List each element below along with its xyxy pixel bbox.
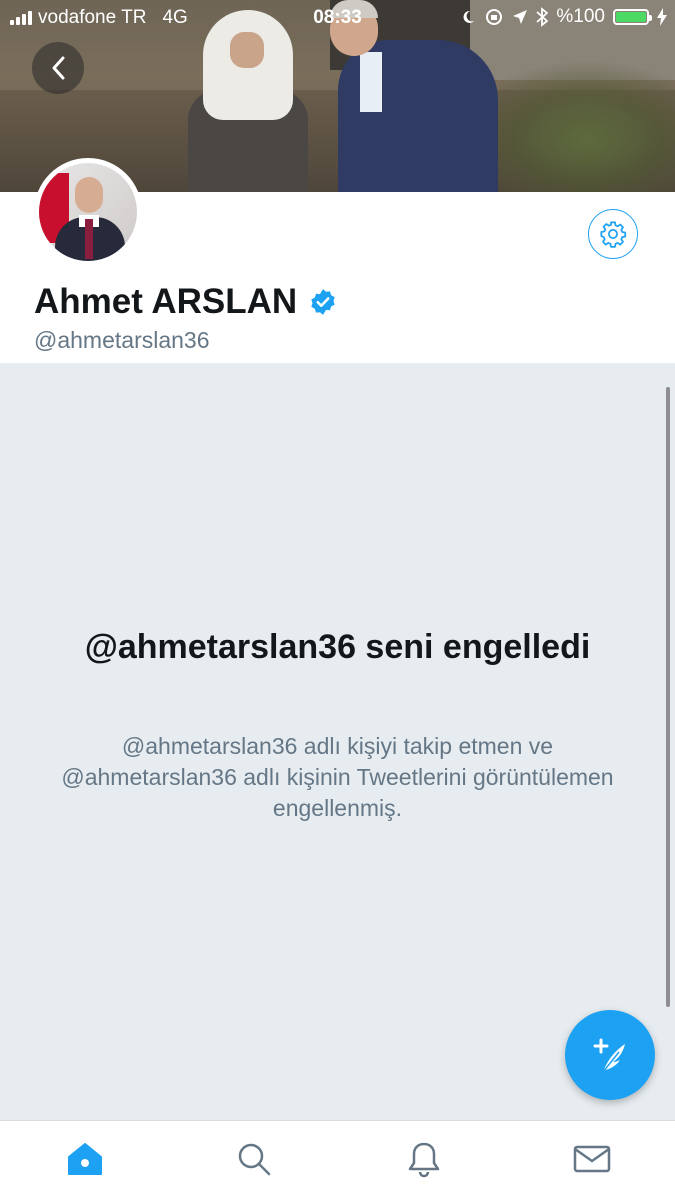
blocked-notice: @ahmetarslan36 seni engelledi @ahmetarsl…: [0, 363, 675, 1120]
battery-percent: %100: [556, 6, 605, 27]
tab-notifications[interactable]: [404, 1139, 444, 1179]
tab-messages[interactable]: [572, 1139, 612, 1179]
avatar[interactable]: [34, 158, 142, 266]
blocked-description: @ahmetarslan36 adlı kişiyi takip etmen v…: [61, 733, 614, 821]
compose-feather-icon: [593, 1038, 625, 1073]
scrollbar[interactable]: [666, 387, 670, 1007]
verified-badge-icon: [311, 289, 335, 315]
blocked-title: @ahmetarslan36 seni engelledi: [84, 628, 591, 666]
bell-icon: [408, 1142, 440, 1178]
bluetooth-icon: [536, 7, 549, 27]
chevron-left-icon: [52, 56, 65, 80]
charging-icon: [657, 8, 667, 26]
compose-tweet-button[interactable]: [565, 1010, 655, 1100]
home-icon: [68, 1143, 102, 1175]
banner-person-woman: [188, 10, 308, 192]
status-bar: vodafone TR 4G 08:33 %100: [0, 0, 675, 36]
bottom-tab-bar: [0, 1120, 675, 1201]
rotation-lock-icon: [486, 9, 503, 25]
gear-icon: [600, 221, 627, 248]
tab-search[interactable]: [234, 1139, 274, 1179]
tab-home[interactable]: [65, 1139, 105, 1179]
profile-handle: @ahmetarslan36: [34, 327, 210, 353]
location-icon: [513, 10, 528, 24]
back-button[interactable]: [32, 42, 84, 94]
moon-icon: [463, 10, 475, 23]
battery-icon: [613, 9, 652, 25]
mail-icon: [573, 1145, 611, 1173]
search-icon: [238, 1143, 271, 1176]
settings-button[interactable]: [588, 209, 638, 259]
profile-name: Ahmet ARSLAN: [34, 282, 298, 321]
